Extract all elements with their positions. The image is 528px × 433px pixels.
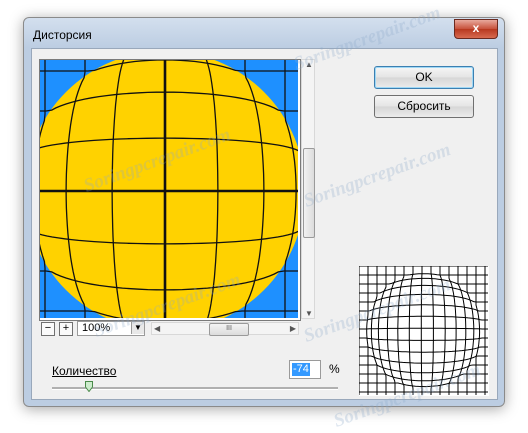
preview-vertical-scrollbar[interactable]: ▲ ▼	[301, 59, 315, 319]
grid-preview-line	[475, 266, 481, 395]
scroll-thumb[interactable]: III	[209, 323, 249, 336]
zoom-in-button[interactable]: +	[59, 322, 73, 336]
distortion-dialog: Дисторсия x ▲ ▼ − + 100% ▼ ◀ III ▶ OK Сб…	[23, 17, 505, 407]
grid-preview-line	[359, 355, 488, 364]
grid-preview-line	[466, 266, 475, 395]
grid-preview-line	[448, 266, 457, 395]
ok-button[interactable]: OK	[374, 66, 474, 89]
close-icon: x	[472, 21, 480, 35]
grip-icon: III	[226, 325, 232, 332]
scroll-down-arrow-icon[interactable]: ▼	[305, 309, 313, 318]
scroll-thumb[interactable]	[303, 148, 315, 238]
close-button[interactable]: x	[454, 19, 498, 39]
zoom-bar: − + 100% ▼ ◀ III ▶	[39, 321, 299, 337]
grid-preview-line	[359, 327, 488, 330]
amount-slider-thumb[interactable]	[85, 381, 94, 392]
grid-preview-line	[366, 266, 369, 395]
grid-preview-line	[359, 304, 488, 312]
grid-preview-line	[420, 266, 423, 395]
grid-preview-line	[359, 346, 488, 353]
dialog-body: ▲ ▼ − + 100% ▼ ◀ III ▶ OK Сбросить Колич…	[31, 48, 498, 400]
distortion-grid-preview	[359, 266, 489, 396]
grid-preview-line	[370, 266, 378, 395]
chevron-down-icon[interactable]: ▼	[131, 322, 144, 334]
grid-preview-line	[439, 266, 446, 395]
amount-input[interactable]: -74	[289, 360, 321, 379]
reset-button[interactable]: Сбросить	[374, 95, 474, 118]
amount-value: -74	[292, 363, 310, 376]
grid-preview-line	[359, 382, 488, 388]
amount-slider-track[interactable]	[52, 387, 338, 390]
grid-preview-line	[359, 373, 488, 382]
grid-preview-line	[359, 277, 488, 285]
preview-horizontal-scrollbar[interactable]: ◀ III ▶	[151, 322, 299, 336]
grid-preview-line	[359, 284, 488, 294]
zoom-out-button[interactable]: −	[41, 322, 55, 336]
grid-preview-line	[377, 266, 387, 395]
scroll-right-arrow-icon[interactable]: ▶	[290, 324, 296, 333]
title-bar[interactable]: Дисторсия x	[24, 18, 504, 50]
scroll-left-arrow-icon[interactable]: ◀	[154, 324, 160, 333]
preview-image[interactable]	[40, 60, 298, 318]
amount-label: Количество	[52, 364, 117, 378]
zoom-level-value: 100%	[82, 322, 111, 334]
grid-preview-line	[359, 273, 488, 276]
preview-frame	[39, 59, 301, 321]
grid-preview-line	[397, 266, 405, 395]
percent-unit: %	[329, 362, 340, 376]
scroll-up-arrow-icon[interactable]: ▲	[305, 60, 313, 69]
dialog-title: Дисторсия	[33, 28, 92, 42]
